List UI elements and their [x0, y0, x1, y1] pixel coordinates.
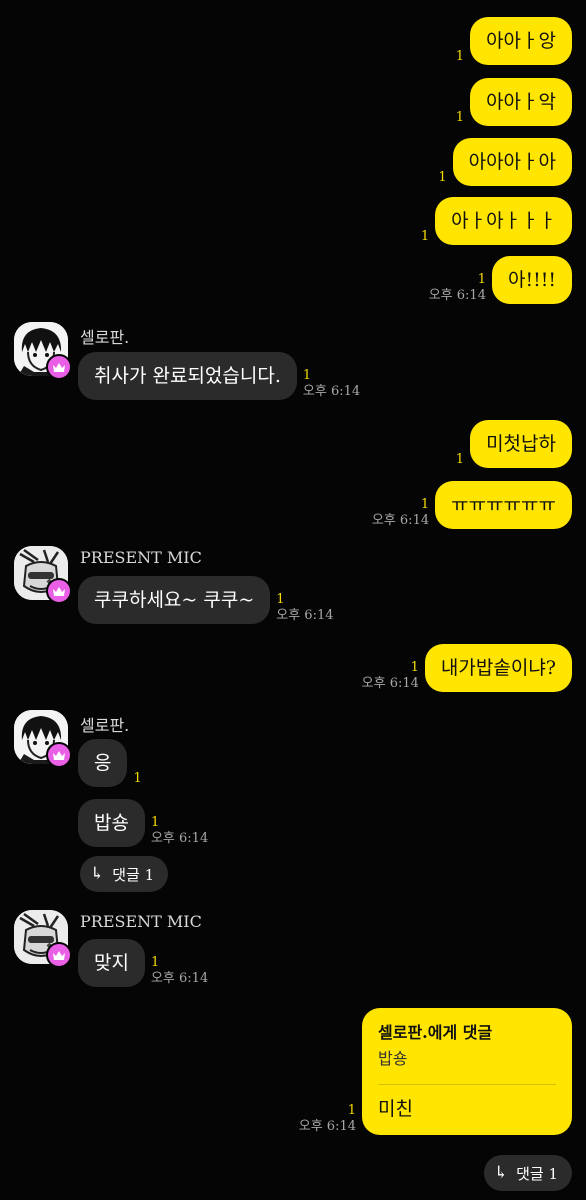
- unread-count: 1: [410, 660, 419, 675]
- reply-divider: [378, 1084, 556, 1085]
- message-time: 오후 6:14: [150, 831, 209, 846]
- message-bubble-outgoing[interactable]: 아ㅏ아ㅏㅏㅏ: [435, 197, 572, 245]
- reply-count-label: 댓글 1: [516, 1164, 558, 1183]
- reply-count-label: 댓글 1: [112, 865, 155, 884]
- message-time: 오후 6:14: [302, 384, 361, 399]
- reply-arrow-icon: ↳: [90, 864, 105, 884]
- message-bubble-outgoing[interactable]: 아아ㅏ앙: [470, 17, 572, 65]
- message-meta: 1: [421, 229, 429, 245]
- unread-count: 1: [276, 592, 285, 607]
- reply-message-text: 미친: [378, 1098, 413, 1120]
- message-row: 1 오후 6:14 ㅠㅠㅠㅠㅠㅠ: [0, 481, 586, 529]
- sender-name: PRESENT MIC: [80, 912, 202, 931]
- message-meta: 1 오후 6:14: [372, 497, 429, 529]
- message-bubble-incoming[interactable]: 취사가 완료되었습니다.: [78, 352, 297, 400]
- unread-count: 1: [302, 368, 312, 383]
- message-time: 오후 6:14: [150, 971, 209, 986]
- reply-message-card[interactable]: 셀로판.에게 댓글 밥숑 미친: [362, 1008, 572, 1135]
- message-meta: 1: [456, 110, 464, 126]
- unread-count: 1: [347, 1103, 356, 1118]
- message-meta: 1 오후 6:14: [303, 368, 360, 400]
- message-bubble-incoming[interactable]: 응: [78, 739, 128, 787]
- message-row: 취사가 완료되었습니다. 1 오후 6:14: [0, 352, 586, 400]
- unread-count: 1: [477, 272, 486, 287]
- message-row: 1 아아ㅏ악: [0, 78, 586, 126]
- sender-name: PRESENT MIC: [80, 548, 202, 567]
- unread-count: 1: [133, 771, 142, 786]
- message-meta: 1: [456, 452, 464, 468]
- message-row: 밥숑 1 오후 6:14: [0, 799, 586, 847]
- message-row: 1 아ㅏ아ㅏㅏㅏ: [0, 197, 586, 245]
- message-bubble-incoming[interactable]: 쿠쿠하세요~ 쿠쿠~: [78, 576, 271, 624]
- message-bubble-outgoing[interactable]: 내가밥솥이냐?: [424, 644, 572, 692]
- sender-name: 셀로판.: [80, 328, 130, 347]
- unread-count: 1: [455, 49, 465, 64]
- unread-count: 1: [438, 170, 447, 185]
- message-bubble-incoming[interactable]: 맞지: [78, 939, 145, 987]
- message-meta: 1: [133, 771, 141, 787]
- reply-quoted-text: 밥숑: [378, 1049, 408, 1068]
- message-meta: 1 오후 6:14: [362, 660, 419, 692]
- message-row: 맞지 1 오후 6:14: [0, 939, 586, 987]
- message-row: 1 오후 6:14 셀로판.에게 댓글 밥숑 미친: [0, 1008, 586, 1135]
- message-row: 응 1: [0, 739, 586, 787]
- unread-count: 1: [455, 452, 465, 467]
- message-meta: 1 오후 6:14: [429, 272, 486, 304]
- message-meta: 1: [456, 49, 464, 65]
- unread-count: 1: [150, 955, 160, 970]
- message-meta: 1: [438, 170, 446, 186]
- unread-count: 1: [150, 815, 160, 830]
- message-time: 오후 6:14: [361, 676, 419, 691]
- unread-count: 1: [420, 497, 430, 512]
- message-row: 1 아아아ㅏ아: [0, 138, 586, 186]
- message-meta: 1 오후 6:14: [151, 815, 208, 847]
- message-meta: 1 오후 6:14: [276, 592, 333, 624]
- sender-name: 셀로판.: [80, 716, 130, 735]
- reply-count-button[interactable]: ↳ 댓글 1: [483, 1155, 572, 1191]
- reply-arrow-icon: ↳: [493, 1163, 509, 1183]
- reply-target-title: 셀로판.에게 댓글: [378, 1023, 493, 1042]
- message-bubble-outgoing[interactable]: 아!!!!: [491, 256, 572, 304]
- message-bubble-outgoing[interactable]: 아아아ㅏ아: [452, 138, 572, 186]
- unread-count: 1: [420, 229, 430, 244]
- message-time: 오후 6:14: [298, 1119, 356, 1134]
- message-time: 오후 6:14: [371, 513, 430, 528]
- reply-count-button[interactable]: ↳ 댓글 1: [80, 856, 169, 892]
- message-row: 쿠쿠하세요~ 쿠쿠~ 1 오후 6:14: [0, 576, 586, 624]
- message-bubble-outgoing[interactable]: ㅠㅠㅠㅠㅠㅠ: [435, 481, 572, 529]
- message-row: 1 미첫납하: [0, 420, 586, 468]
- message-row: 1 오후 6:14 내가밥솥이냐?: [0, 644, 586, 692]
- message-bubble-incoming[interactable]: 밥숑: [78, 799, 145, 847]
- unread-count: 1: [455, 110, 465, 125]
- message-bubble-outgoing[interactable]: 아아ㅏ악: [470, 78, 572, 126]
- message-row: 1 오후 6:14 아!!!!: [0, 256, 586, 304]
- message-meta: 1 오후 6:14: [299, 1103, 356, 1135]
- message-time: 오후 6:14: [276, 608, 334, 623]
- message-meta: 1 오후 6:14: [151, 955, 208, 987]
- message-time: 오후 6:14: [428, 288, 486, 303]
- message-bubble-outgoing[interactable]: 미첫납하: [470, 420, 572, 468]
- message-row: 1 아아ㅏ앙: [0, 17, 586, 65]
